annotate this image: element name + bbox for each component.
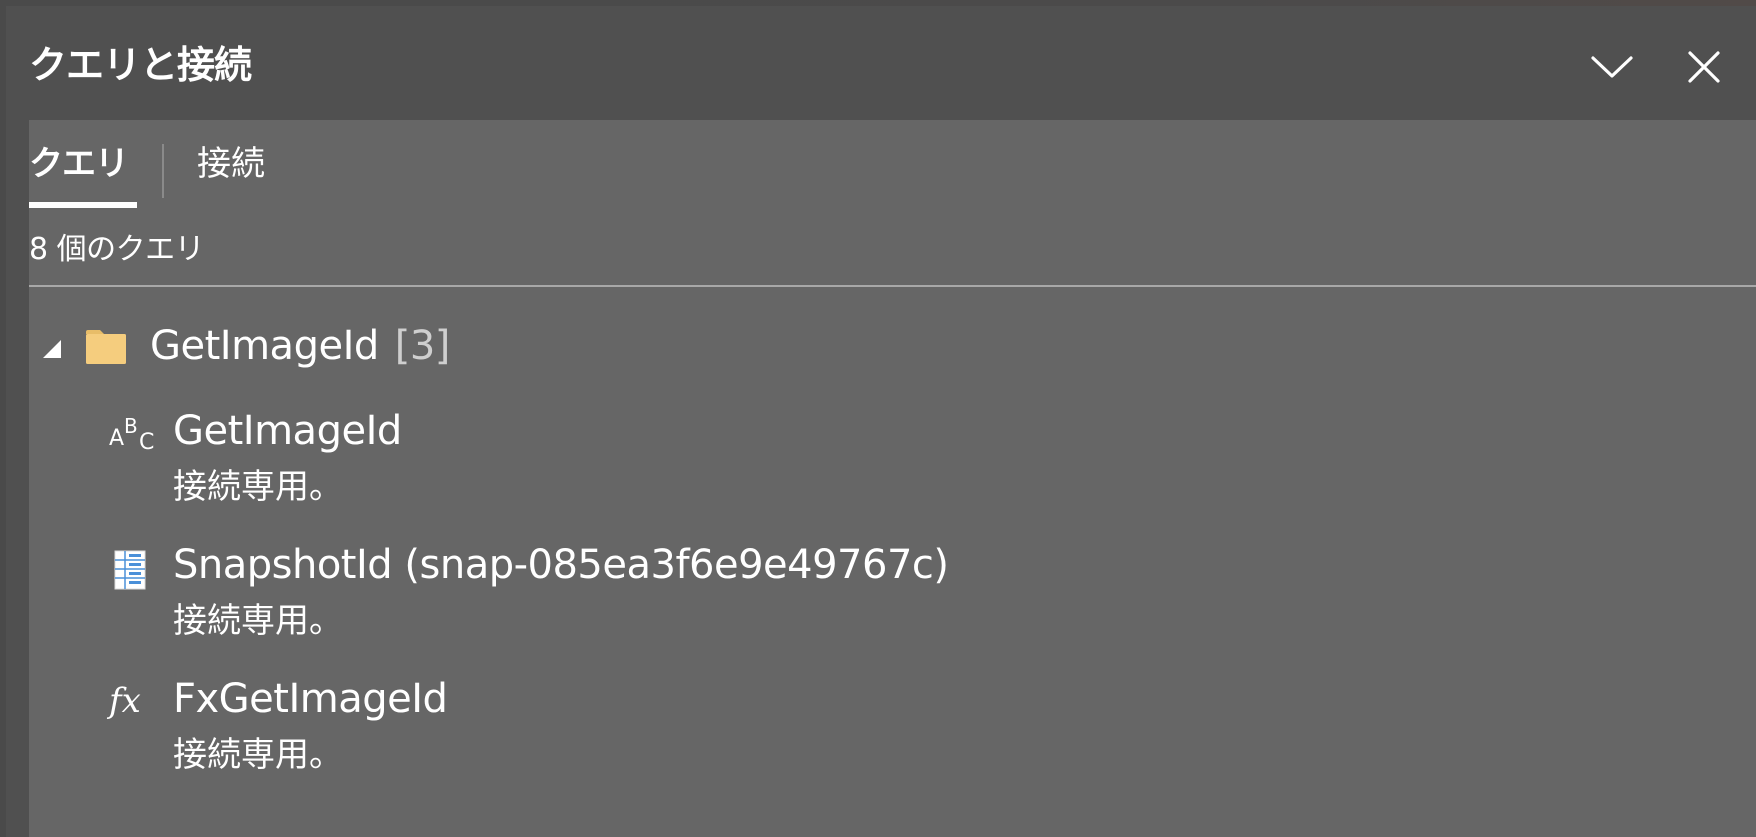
tab-separator — [162, 144, 164, 198]
query-item-snapshotid[interactable]: SnapshotId (snap-085ea3f6e9e49767c) 接続専用… — [109, 539, 1309, 659]
query-status: 接続専用。 — [173, 601, 343, 641]
query-count-label: 8 個のクエリ — [29, 232, 205, 267]
query-status: 接続専用。 — [173, 467, 343, 507]
pane-header: クエリと接続 — [6, 6, 1756, 120]
pane-title: クエリと接続 — [29, 43, 252, 87]
text-type-icon: A B C — [109, 414, 154, 455]
query-name: SnapshotId (snap-085ea3f6e9e49767c) — [173, 542, 949, 588]
queries-connections-pane: クエリと接続 クエリ 接続 8 個のクエリ GetImageId [3] A B… — [6, 6, 1756, 837]
close-pane-button[interactable] — [1680, 43, 1728, 91]
close-icon — [1688, 51, 1720, 83]
collapse-pane-button[interactable] — [1588, 43, 1636, 91]
svg-text:B: B — [124, 414, 138, 438]
query-status: 接続専用。 — [173, 735, 343, 775]
expand-triangle-icon[interactable] — [41, 338, 63, 360]
group-label: GetImageId [3] — [150, 322, 450, 370]
folder-icon — [86, 330, 126, 364]
query-item-fxgetimageid[interactable]: fx FxGetImageId 接続専用。 — [109, 673, 1309, 793]
tab-queries[interactable]: クエリ — [29, 142, 137, 208]
chevron-down-icon — [1591, 56, 1633, 78]
query-item-getimageid[interactable]: A B C GetImageId 接続専用。 — [109, 405, 1309, 525]
svg-text:A: A — [109, 426, 124, 451]
query-name: FxGetImageId — [173, 676, 448, 722]
query-group-getimageid[interactable]: GetImageId [3] — [29, 318, 829, 374]
pane-content: クエリ 接続 8 個のクエリ GetImageId [3] A B C GetI… — [29, 120, 1756, 837]
function-icon: fx — [109, 681, 141, 721]
query-name: GetImageId — [173, 408, 402, 454]
pane-tabs: クエリ 接続 — [29, 142, 629, 208]
tab-connections[interactable]: 接続 — [197, 142, 265, 208]
group-name: GetImageId — [150, 323, 379, 369]
group-count: [3] — [394, 323, 451, 369]
list-divider — [29, 285, 1756, 287]
table-icon — [114, 550, 146, 590]
svg-text:C: C — [139, 430, 154, 455]
